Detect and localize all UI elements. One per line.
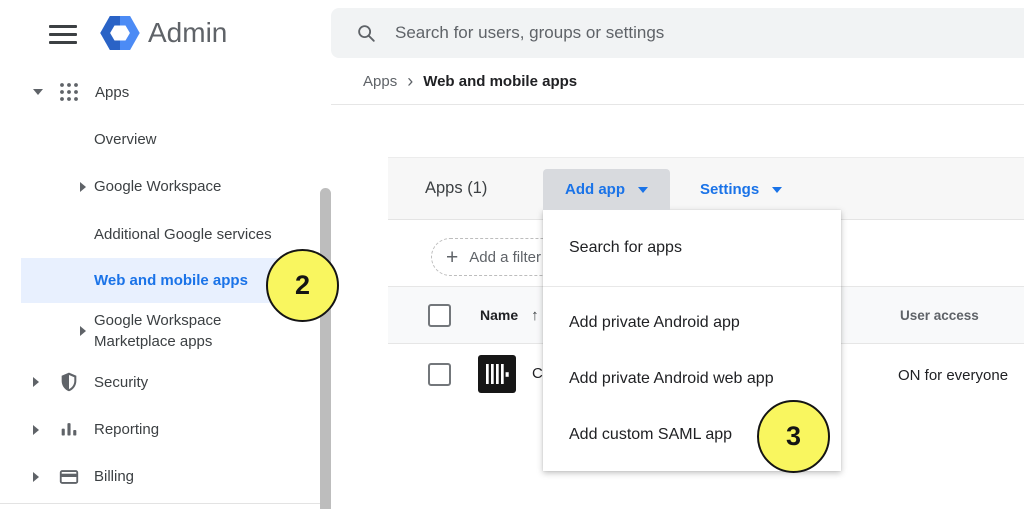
plus-icon: + bbox=[446, 247, 458, 268]
column-header-name[interactable]: Name bbox=[480, 307, 518, 323]
settings-button-label: Settings bbox=[700, 181, 759, 198]
select-all-checkbox[interactable] bbox=[428, 304, 451, 327]
global-search-bar[interactable] bbox=[331, 8, 1024, 58]
sidebar-item-web-and-mobile-apps[interactable]: Web and mobile apps bbox=[21, 258, 303, 303]
sidebar-item-label: Web and mobile apps bbox=[94, 272, 248, 289]
sidebar-divider bbox=[0, 503, 330, 504]
breadcrumb-current: Web and mobile apps bbox=[423, 73, 577, 90]
credit-card-icon bbox=[58, 466, 80, 488]
chevron-down-icon bbox=[772, 187, 782, 193]
shield-icon bbox=[58, 371, 80, 393]
sort-ascending-icon[interactable]: ↑ bbox=[531, 307, 539, 324]
sidebar-item-label: Security bbox=[94, 374, 148, 391]
hamburger-menu-icon[interactable] bbox=[49, 25, 77, 44]
sidebar-item-additional-google-services[interactable]: Additional Google services bbox=[0, 210, 331, 258]
sidebar-item-label: Google Workspace bbox=[94, 178, 221, 195]
sidebar-scrollbar[interactable] bbox=[320, 188, 331, 509]
row-checkbox[interactable] bbox=[428, 363, 451, 386]
app-row-user-access: ON for everyone bbox=[898, 367, 1008, 384]
breadcrumb: Apps › Web and mobile apps bbox=[331, 58, 1024, 105]
sidebar-item-overview[interactable]: Overview bbox=[0, 116, 331, 163]
add-app-button[interactable]: Add app bbox=[543, 169, 670, 210]
sidebar-item-label: Google Workspace Marketplace apps bbox=[94, 310, 249, 352]
chevron-right-icon[interactable] bbox=[33, 472, 39, 482]
apps-count-title: Apps (1) bbox=[425, 158, 487, 219]
app-title: Admin bbox=[148, 17, 227, 49]
chevron-right-icon[interactable] bbox=[80, 326, 86, 336]
annotation-step-3: 3 bbox=[757, 400, 830, 473]
sidebar-item-label: Billing bbox=[94, 468, 134, 485]
barcode-app-tile-icon[interactable] bbox=[478, 355, 516, 393]
sidebar-item-reporting[interactable]: Reporting bbox=[0, 406, 331, 453]
sidebar-item-apps[interactable]: Apps bbox=[0, 68, 331, 116]
breadcrumb-separator: › bbox=[407, 74, 413, 89]
sidebar-item-label: Additional Google services bbox=[94, 226, 272, 243]
annotation-step-2: 2 bbox=[266, 249, 339, 322]
chevron-right-icon[interactable] bbox=[33, 425, 39, 435]
chevron-right-icon[interactable] bbox=[80, 182, 86, 192]
sidebar-item-label: Overview bbox=[94, 131, 157, 148]
menu-item-add-private-android-app[interactable]: Add private Android app bbox=[543, 295, 841, 351]
column-header-user-access: User access bbox=[900, 287, 979, 343]
bar-chart-icon bbox=[58, 419, 80, 441]
chevron-down-icon[interactable] bbox=[33, 89, 43, 95]
sidebar-item-google-workspace[interactable]: Google Workspace bbox=[0, 163, 331, 210]
search-input[interactable] bbox=[395, 23, 955, 43]
chevron-right-icon[interactable] bbox=[33, 377, 39, 387]
breadcrumb-parent-link[interactable]: Apps bbox=[363, 73, 397, 90]
sidebar-item-label: Apps bbox=[95, 84, 129, 101]
apps-grid-icon bbox=[58, 81, 80, 103]
menu-item-add-private-android-web-app[interactable]: Add private Android web app bbox=[543, 351, 841, 407]
chevron-down-icon bbox=[638, 187, 648, 193]
add-app-button-label: Add app bbox=[565, 181, 625, 198]
search-icon bbox=[355, 22, 377, 44]
settings-button[interactable]: Settings bbox=[700, 169, 782, 210]
google-admin-console: Admin Apps › Web and mobile apps Apps bbox=[0, 0, 1024, 509]
app-row-name[interactable]: C bbox=[532, 365, 543, 382]
menu-item-search-for-apps[interactable]: Search for apps bbox=[543, 210, 841, 286]
add-filter-label: Add a filter bbox=[469, 249, 541, 266]
google-admin-logo-icon[interactable] bbox=[98, 11, 142, 55]
sidebar-item-label: Reporting bbox=[94, 421, 159, 438]
sidebar-item-billing[interactable]: Billing bbox=[0, 453, 331, 500]
sidebar-item-security[interactable]: Security bbox=[0, 358, 331, 406]
